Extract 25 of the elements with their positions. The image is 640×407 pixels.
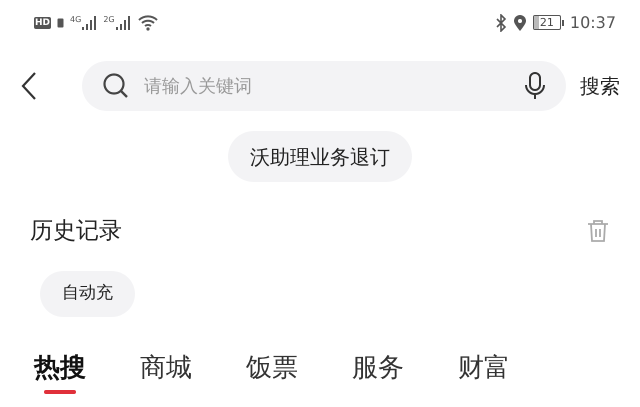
suggestion-chip[interactable]: 沃助理业务退订 (228, 131, 412, 182)
battery-percent: 21 (538, 16, 555, 29)
search-icon (102, 72, 130, 100)
category-tab[interactable]: 热搜 (34, 348, 86, 394)
search-field[interactable]: 请输入关键词 (144, 72, 524, 100)
sim-card-icon (57, 18, 64, 28)
category-tab[interactable]: 商城 (140, 348, 192, 394)
back-icon[interactable] (20, 71, 38, 101)
category-tab[interactable]: 饭票 (246, 348, 298, 394)
category-tab[interactable]: 财富 (458, 348, 510, 394)
signal-icon (81, 14, 98, 30)
bluetooth-icon (494, 14, 507, 32)
search-bar[interactable]: 请输入关键词 (82, 61, 566, 111)
clock: 10:37 (570, 12, 616, 34)
network-type-label: 4G (70, 14, 82, 24)
location-icon (512, 14, 527, 32)
signal-icon (114, 14, 131, 30)
search-button[interactable]: 搜索 (580, 71, 620, 101)
history-chip[interactable]: 自动充 (40, 270, 135, 316)
history-title: 历史记录 (30, 217, 122, 246)
category-tab[interactable]: 服务 (352, 348, 404, 394)
wifi-icon (136, 14, 159, 32)
hd-badge: HD (34, 16, 52, 28)
network-type-label: 2G (103, 14, 115, 24)
microphone-icon[interactable] (524, 71, 546, 101)
